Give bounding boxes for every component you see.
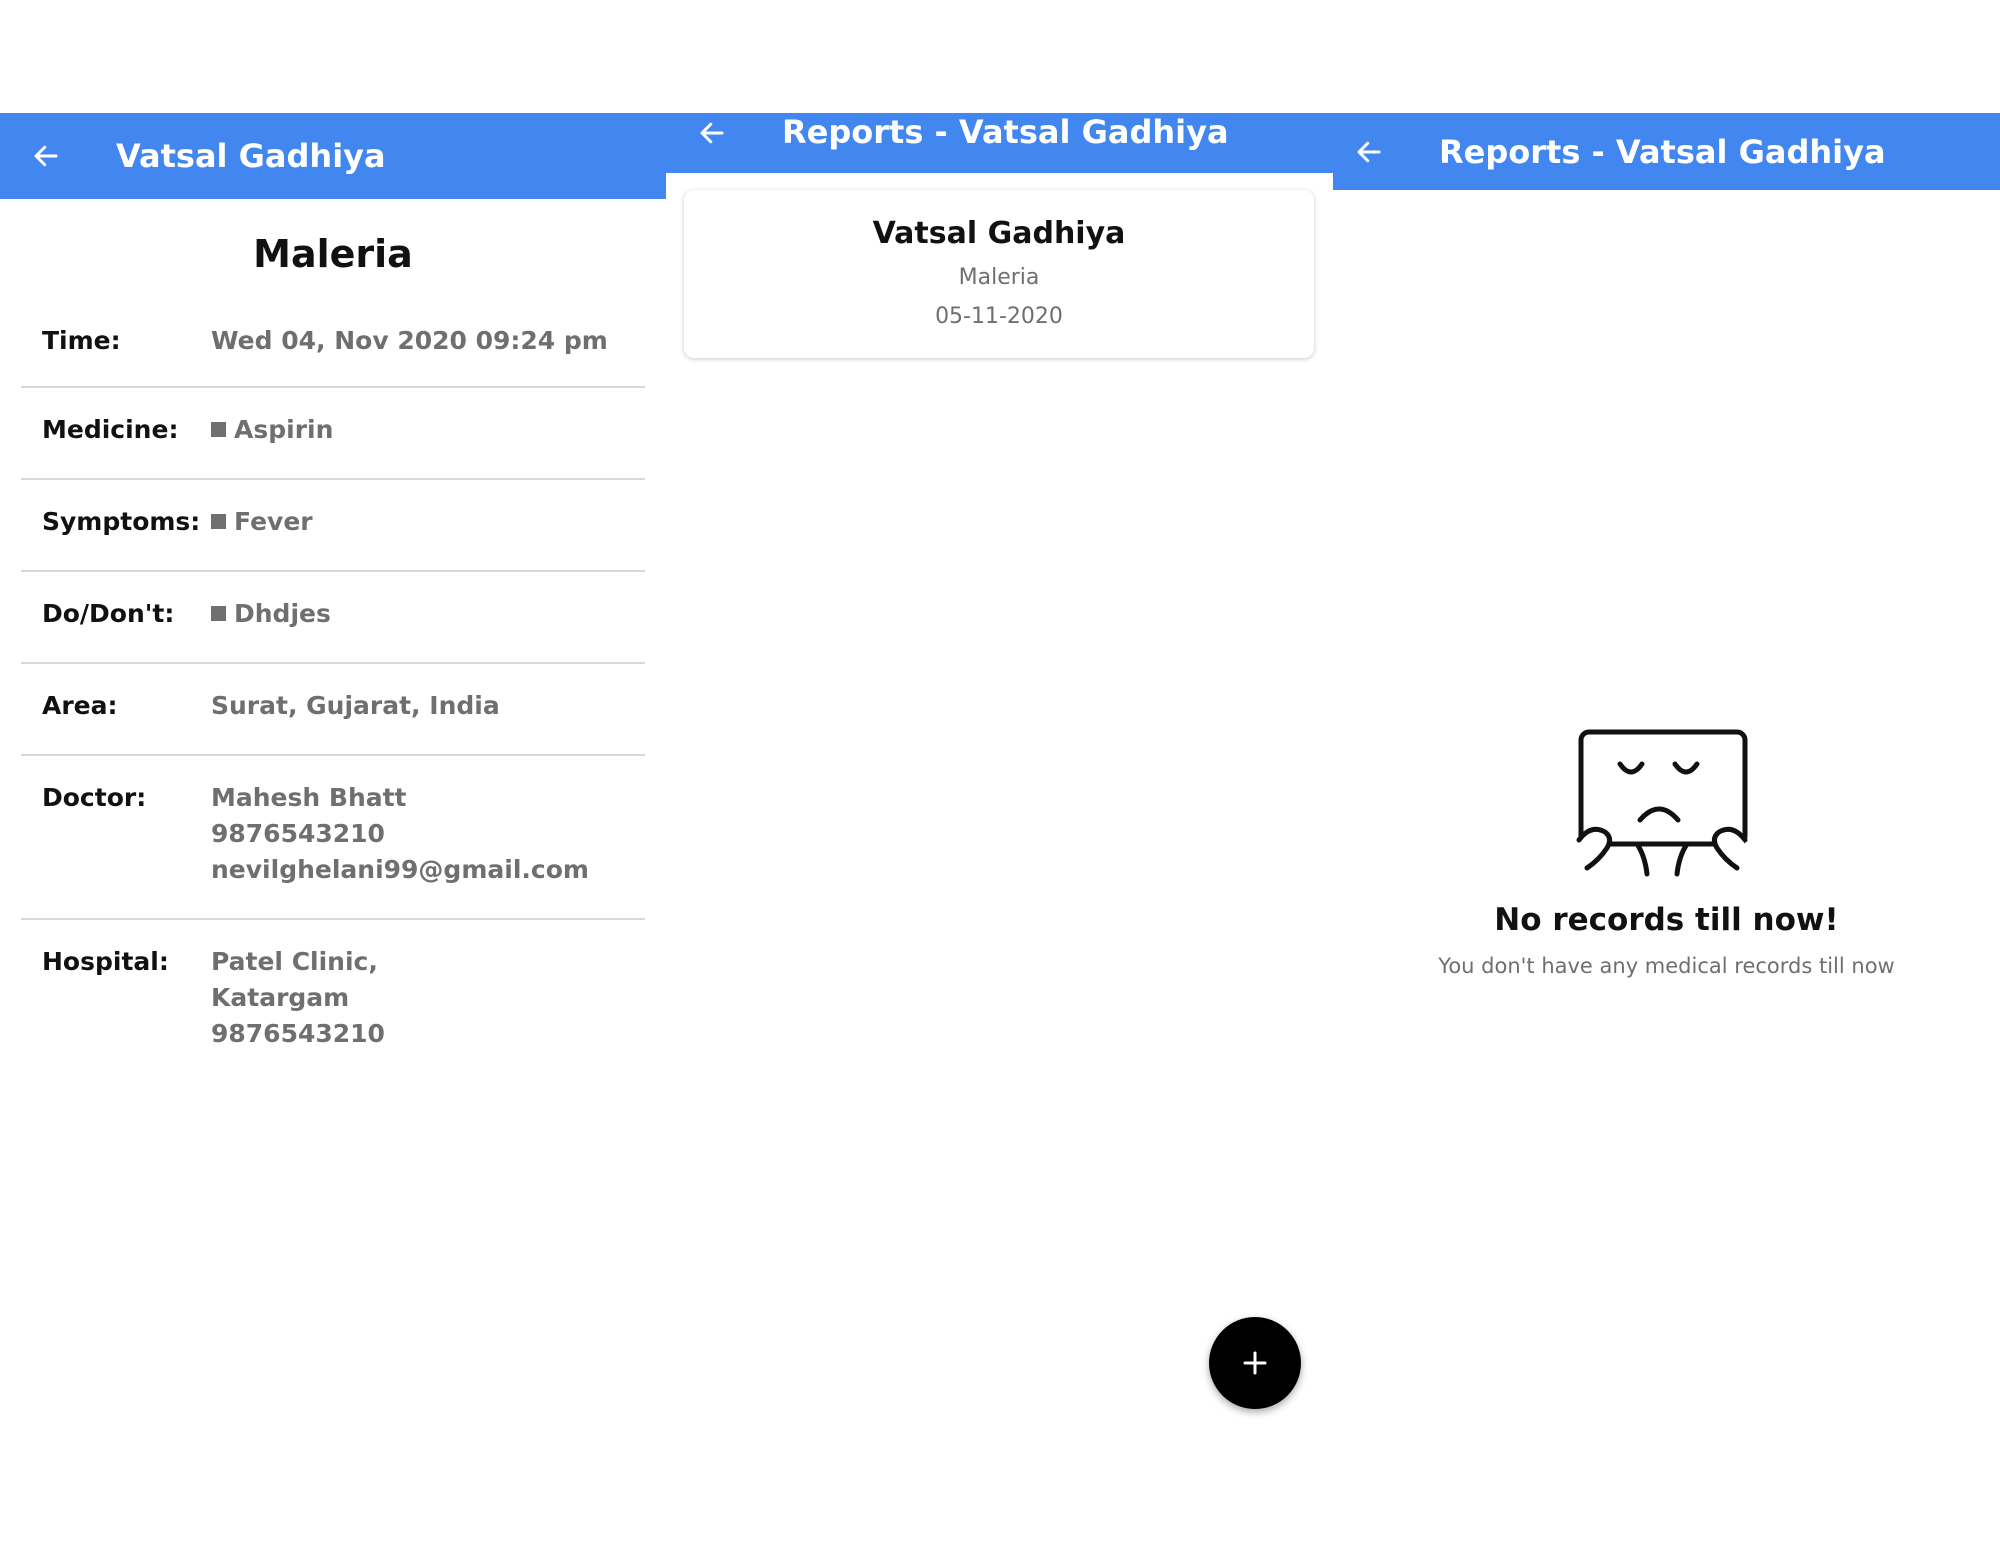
hospital-name: Patel Clinic, — [211, 947, 378, 976]
empty-state-subtitle: You don't have any medical records till … — [1438, 954, 1895, 978]
do-dont-value-wrap: Dhdjes — [211, 596, 331, 638]
arrow-left-icon — [1357, 141, 1381, 162]
medicine-label: Medicine: — [42, 415, 179, 444]
area-label: Area: — [42, 691, 118, 720]
do-dont-value: Dhdjes — [234, 599, 331, 628]
reports-empty-screen: Reports - Vatsal Gadhiya No records till… — [1333, 0, 2000, 1545]
empty-state-title: No records till now! — [1494, 902, 1839, 938]
doctor-name: Mahesh Bhatt — [211, 783, 407, 812]
detail-list: Time: Wed 04, Nov 2020 09:24 pm Medicine… — [21, 303, 645, 1070]
symptoms-value: Fever — [234, 507, 313, 536]
symptoms-value-wrap: Fever — [211, 504, 313, 546]
doctor-phone: 9876543210 — [211, 819, 385, 848]
hospital-label: Hospital: — [42, 947, 169, 976]
detail-row-area: Area: Surat, Gujarat, India — [21, 664, 645, 756]
doctor-email: nevilghelani99@gmail.com — [211, 855, 589, 884]
reports-list-screen: Reports - Vatsal Gadhiya Vatsal Gadhiya … — [666, 0, 1333, 1545]
report-card-date: 05-11-2020 — [935, 304, 1063, 329]
detail-row-symptoms: Symptoms: Fever — [21, 480, 645, 572]
page-title: Reports - Vatsal Gadhiya — [1439, 132, 1886, 171]
area-value: Surat, Gujarat, India — [211, 691, 500, 720]
back-button[interactable] — [1349, 132, 1389, 172]
detail-row-time: Time: Wed 04, Nov 2020 09:24 pm — [21, 303, 645, 388]
app-bar: Reports - Vatsal Gadhiya — [666, 113, 1333, 173]
arrow-left-icon — [700, 122, 724, 144]
page-title: Vatsal Gadhiya — [116, 137, 386, 175]
back-button[interactable] — [692, 113, 732, 153]
report-card-disease: Maleria — [958, 265, 1040, 290]
report-card[interactable]: Vatsal Gadhiya Maleria 05-11-2020 — [684, 190, 1314, 358]
plus-icon — [1243, 1351, 1267, 1375]
add-report-button[interactable] — [1209, 1317, 1301, 1409]
detail-row-medicine: Medicine: Aspirin — [21, 388, 645, 480]
time-label: Time: — [42, 326, 121, 355]
disease-heading: Maleria — [253, 232, 413, 276]
bullet-icon — [211, 514, 226, 529]
detail-row-do-dont: Do/Don't: Dhdjes — [21, 572, 645, 664]
medicine-value-wrap: Aspirin — [211, 412, 333, 454]
bullet-icon — [211, 422, 226, 437]
medicine-value: Aspirin — [234, 415, 334, 444]
report-card-name: Vatsal Gadhiya — [872, 216, 1126, 251]
bullet-icon — [211, 606, 226, 621]
app-bar: Vatsal Gadhiya — [0, 113, 666, 199]
detail-row-doctor: Doctor: Mahesh Bhatt 9876543210 nevilghe… — [21, 756, 645, 920]
time-value: Wed 04, Nov 2020 09:24 pm — [211, 326, 608, 355]
sad-face-illustration — [1576, 729, 1748, 877]
hospital-phone: 9876543210 — [211, 1019, 385, 1048]
doctor-label: Doctor: — [42, 783, 147, 812]
back-button[interactable] — [26, 136, 66, 176]
page-title: Reports - Vatsal Gadhiya — [782, 113, 1229, 151]
report-detail-screen: Vatsal Gadhiya Maleria Time: Wed 04, Nov… — [0, 0, 666, 1545]
arrow-left-icon — [34, 145, 58, 167]
hospital-value: Patel Clinic, Katargam 9876543210 — [211, 944, 385, 1048]
do-dont-label: Do/Don't: — [42, 599, 175, 628]
doctor-value: Mahesh Bhatt 9876543210 nevilghelani99@g… — [211, 780, 589, 894]
symptoms-label: Symptoms: — [42, 507, 201, 536]
detail-row-hospital: Hospital: Patel Clinic, Katargam 9876543… — [21, 920, 645, 1070]
app-bar: Reports - Vatsal Gadhiya — [1333, 113, 2000, 190]
hospital-locality: Katargam — [211, 983, 350, 1012]
